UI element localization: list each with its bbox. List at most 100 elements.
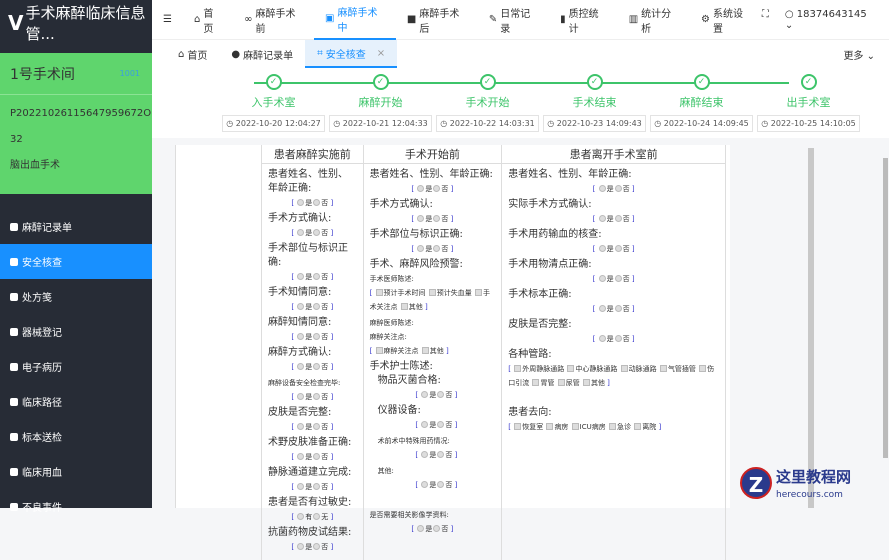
radio[interactable] <box>313 199 321 206</box>
sidebar-item[interactable]: 不良事件 <box>0 489 152 524</box>
radio-group[interactable]: [ 是否 ] <box>268 360 357 374</box>
radio[interactable] <box>313 483 321 490</box>
checkbox-group[interactable]: [ 预计手术时间 预计失血量 手术关注点 其他 ] <box>370 286 496 314</box>
close-icon[interactable]: × <box>377 48 385 59</box>
radio-group[interactable]: [ 是否 ] <box>508 302 719 316</box>
radio-group[interactable]: [ 是否 ] <box>378 418 496 432</box>
checkbox[interactable] <box>421 347 429 354</box>
sidebar-item[interactable]: 安全核查 <box>0 244 152 279</box>
checkbox[interactable] <box>514 423 522 430</box>
sidebar-item[interactable]: 电子病历 <box>0 349 152 384</box>
checkbox[interactable] <box>375 347 383 354</box>
radio-group[interactable]: [ 是否 ] <box>268 226 357 240</box>
radio[interactable] <box>297 393 305 400</box>
radio[interactable] <box>417 185 425 192</box>
radio-group[interactable]: [ 是否 ] <box>378 478 496 492</box>
radio[interactable] <box>297 513 305 520</box>
checkbox-group[interactable]: [ 恢复室 病房 ICU病房 急诊 离院 ] <box>508 420 719 434</box>
nav-item[interactable]: ■ 麻醉手术后 <box>396 0 478 40</box>
radio[interactable] <box>421 451 429 458</box>
checkbox[interactable] <box>608 423 616 430</box>
radio[interactable] <box>313 303 321 310</box>
radio-group[interactable]: [ 是否 ] <box>508 272 719 286</box>
radio[interactable] <box>433 245 441 252</box>
radio[interactable] <box>297 453 305 460</box>
radio[interactable] <box>313 273 321 280</box>
checkbox[interactable] <box>514 365 522 372</box>
radio[interactable] <box>598 305 606 312</box>
time-input[interactable]: ◷ 2022-10-20 12:04:27 <box>222 115 325 132</box>
radio-group[interactable]: [ 是否 ] <box>370 182 496 196</box>
radio[interactable] <box>433 215 441 222</box>
radio-group[interactable]: [ 是否 ] <box>370 212 496 226</box>
sidebar-item[interactable]: 处方笺 <box>0 279 152 314</box>
sidebar-item[interactable]: 麻醉记录单 <box>0 209 152 244</box>
time-input[interactable]: ◷ 2022-10-22 14:03:31 <box>436 115 539 132</box>
radio[interactable] <box>297 363 305 370</box>
nav-item[interactable]: ∞ 麻醉手术前 <box>233 0 314 40</box>
radio-group[interactable]: [ 是否 ] <box>268 270 357 284</box>
menu-toggle-icon[interactable]: ☰ <box>152 0 183 40</box>
radio-group[interactable]: [ 有无 ] <box>268 510 357 524</box>
checkbox[interactable] <box>428 289 436 296</box>
radio[interactable] <box>313 513 321 520</box>
checkbox[interactable] <box>532 379 540 386</box>
radio[interactable] <box>297 483 305 490</box>
time-input[interactable]: ◷ 2022-10-25 14:10:05 <box>757 115 860 132</box>
radio[interactable] <box>433 525 441 532</box>
checkbox[interactable] <box>475 289 482 296</box>
radio[interactable] <box>313 363 321 370</box>
radio[interactable] <box>598 335 606 342</box>
radio[interactable] <box>297 543 305 550</box>
tab[interactable]: ⌂ 首页 <box>166 40 219 68</box>
radio-group[interactable]: [ 是否 ] <box>268 450 357 464</box>
radio[interactable] <box>598 245 606 252</box>
time-input[interactable]: ◷ 2022-10-23 14:09:43 <box>543 115 646 132</box>
radio[interactable] <box>433 185 441 192</box>
radio[interactable] <box>421 421 429 428</box>
radio-group[interactable]: [ 是否 ] <box>268 540 357 554</box>
nav-item[interactable]: ✎ 日常记录 <box>478 0 549 40</box>
radio[interactable] <box>614 275 622 282</box>
radio[interactable] <box>417 525 425 532</box>
radio[interactable] <box>437 451 445 458</box>
radio-group[interactable]: [ 是否 ] <box>370 242 496 256</box>
radio-group[interactable]: [ 是否 ] <box>268 420 357 434</box>
nav-item[interactable]: ▣ 麻醉手术中 <box>314 0 396 40</box>
radio[interactable] <box>437 481 445 488</box>
checkbox[interactable] <box>567 365 575 372</box>
radio[interactable] <box>598 185 606 192</box>
checkbox[interactable] <box>659 365 667 372</box>
radio[interactable] <box>614 245 622 252</box>
sidebar-item[interactable]: 临床用血 <box>0 454 152 489</box>
radio[interactable] <box>421 391 429 398</box>
radio[interactable] <box>437 391 445 398</box>
radio-group[interactable]: [ 是否 ] <box>508 212 719 226</box>
checkbox[interactable] <box>546 423 554 430</box>
sidebar-item[interactable]: 器械登记 <box>0 314 152 349</box>
nav-item[interactable]: ▥ 统计分析 <box>618 0 690 40</box>
more-button[interactable]: 更多 ⌄ <box>843 47 889 62</box>
radio[interactable] <box>437 421 445 428</box>
checkbox[interactable] <box>634 423 642 430</box>
user-menu[interactable]: ○ 18374643145 ⌄ <box>785 9 875 31</box>
radio-group[interactable]: [ 是否 ] <box>508 332 719 346</box>
radio[interactable] <box>297 199 305 206</box>
fullscreen-icon[interactable]: ⛶ <box>762 9 769 31</box>
radio[interactable] <box>598 215 606 222</box>
radio[interactable] <box>313 229 321 236</box>
radio[interactable] <box>297 303 305 310</box>
nav-item[interactable]: ⌂ 首页 <box>183 0 233 40</box>
checkbox[interactable] <box>557 379 565 386</box>
radio[interactable] <box>313 393 321 400</box>
radio[interactable] <box>614 215 622 222</box>
radio-group[interactable]: [ 是否 ] <box>370 522 496 536</box>
sidebar-item[interactable]: 标本送检 <box>0 419 152 454</box>
tab[interactable]: ● 麻醉记录单 <box>219 40 305 68</box>
radio[interactable] <box>313 543 321 550</box>
radio-group[interactable]: [ 是否 ] <box>268 480 357 494</box>
app-logo[interactable]: V 手术麻醉临床信息管... <box>0 0 152 46</box>
radio[interactable] <box>598 275 606 282</box>
checkbox[interactable] <box>699 365 707 372</box>
scrollbar[interactable] <box>808 148 814 508</box>
